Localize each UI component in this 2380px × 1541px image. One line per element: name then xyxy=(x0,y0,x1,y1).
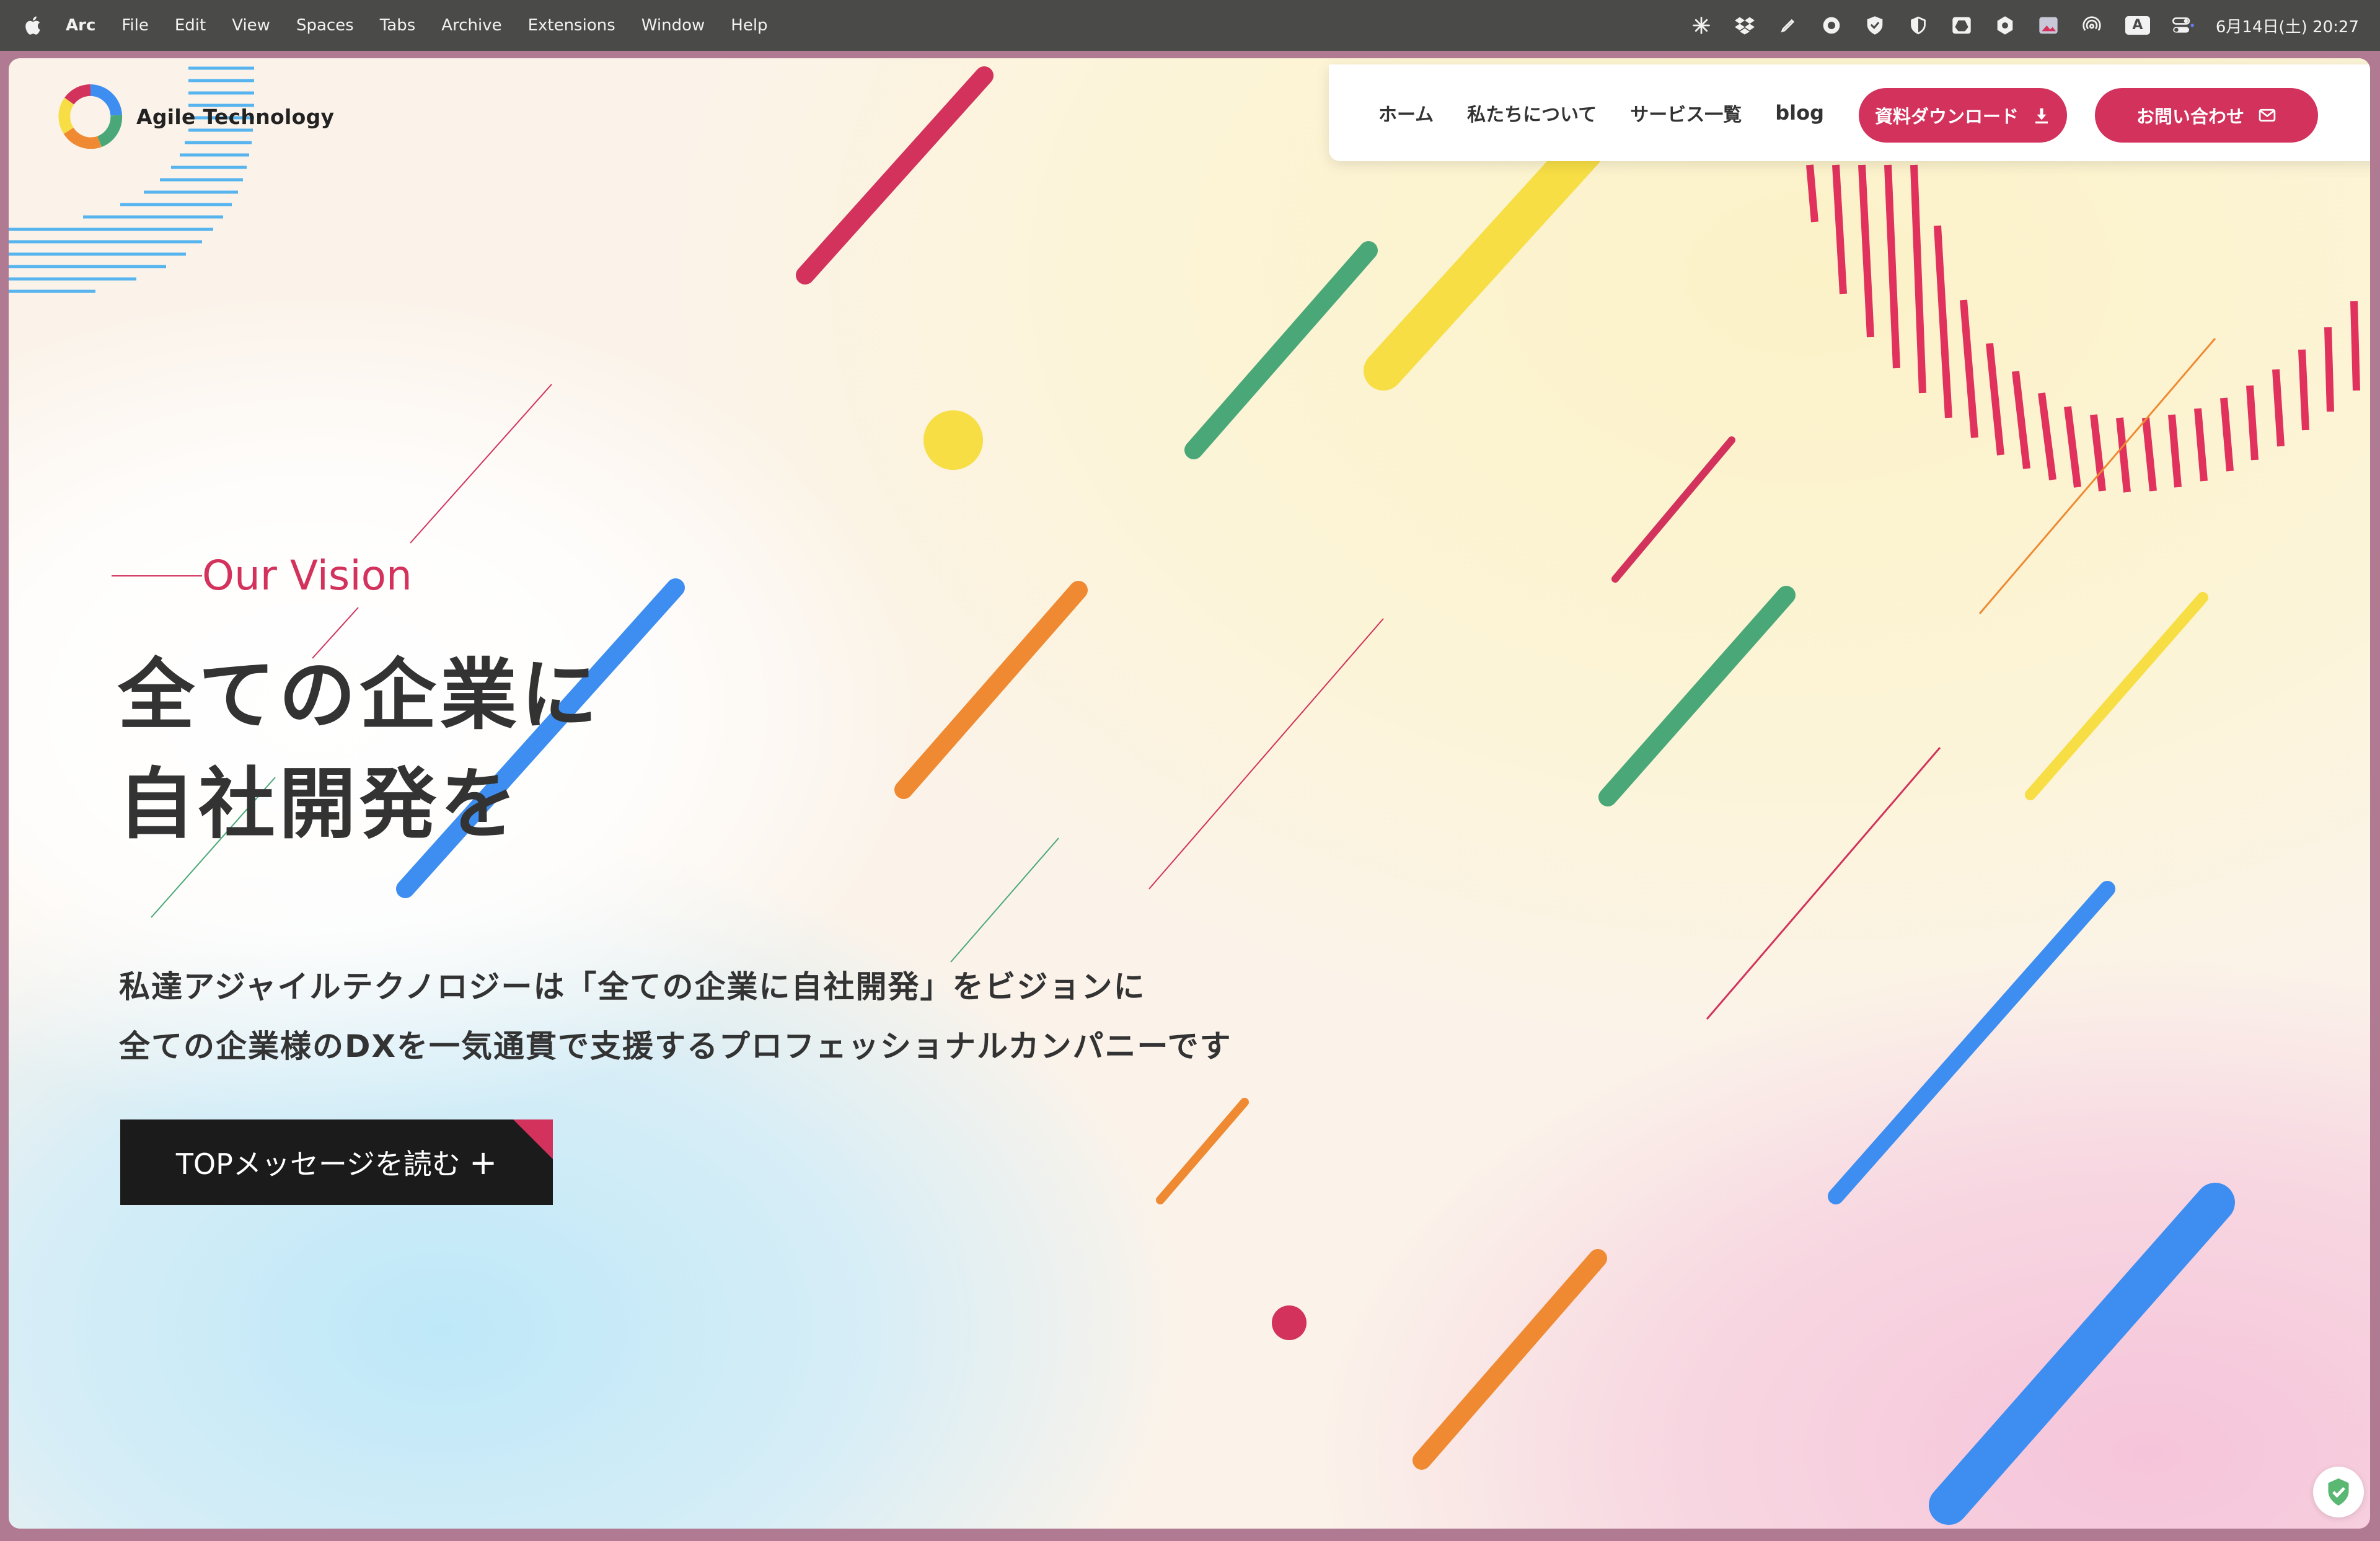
nav-about[interactable]: 私たちについて xyxy=(1467,99,1597,126)
menu-spaces[interactable]: Spaces xyxy=(296,16,354,35)
shield-half-icon[interactable] xyxy=(1907,14,1929,37)
eyebrow-text: Our Vision xyxy=(202,552,412,599)
hex-icon[interactable] xyxy=(1994,14,2016,37)
orange-stroke xyxy=(1156,1098,1249,1204)
menu-archive[interactable]: Archive xyxy=(441,16,501,35)
green-stroke xyxy=(1184,241,1378,459)
nav-blog[interactable]: blog xyxy=(1775,101,1824,125)
red-stroke xyxy=(796,66,994,285)
red-striped-arc xyxy=(1806,164,2360,493)
description-line-2: 全ての企業様のDXを一気通貫で支援するプロフェッショナルカンパニーです xyxy=(119,1028,1232,1064)
security-badge[interactable] xyxy=(2313,1467,2364,1517)
menu-help[interactable]: Help xyxy=(731,16,767,35)
menu-view[interactable]: View xyxy=(232,16,270,35)
hero-description: 私達アジャイルテクノロジーは「全ての企業に自社開発」をビジョンに 全ての企業様の… xyxy=(119,957,1232,1076)
airdrop-icon[interactable] xyxy=(2081,14,2103,37)
cta-corner-accent xyxy=(513,1119,553,1159)
control-center-icon[interactable] xyxy=(2172,14,2195,37)
green-stroke xyxy=(1598,586,1796,806)
eyebrow-rule xyxy=(112,575,202,576)
yellow-dot xyxy=(923,410,983,470)
menu-app-name[interactable]: Arc xyxy=(66,16,95,35)
logo-ring-icon xyxy=(58,84,122,149)
cta-label: TOPメッセージを読む xyxy=(175,1147,461,1181)
red-hairline xyxy=(1706,747,1941,1020)
red-hairline xyxy=(410,384,552,544)
orange-stroke xyxy=(1413,1249,1607,1470)
description-line-1: 私達アジャイルテクノロジーは「全ての企業に自社開発」をビジョンに xyxy=(119,969,1146,1005)
dropbox-icon[interactable] xyxy=(1734,14,1756,37)
red-thin-stroke xyxy=(1611,436,1735,583)
menu-file[interactable]: File xyxy=(121,16,149,35)
shield-check-icon xyxy=(2328,1478,2349,1506)
blue-stroke xyxy=(1828,881,2115,1204)
nav-services[interactable]: サービス一覧 xyxy=(1630,99,1742,126)
logo-text: Agile Technology xyxy=(136,104,335,129)
yellow-stroke xyxy=(1364,131,1603,391)
nav-home[interactable]: ホーム xyxy=(1378,99,1434,126)
download-button[interactable]: 資料ダウンロード xyxy=(1859,88,2067,143)
yellow-stroke xyxy=(2025,592,2208,800)
drive-icon[interactable] xyxy=(1950,14,1973,37)
menu-edit[interactable]: Edit xyxy=(175,16,206,35)
vision-eyebrow: Our Vision xyxy=(112,552,412,599)
apple-icon[interactable] xyxy=(22,14,45,37)
top-message-button[interactable]: TOPメッセージを読む + xyxy=(120,1119,553,1205)
menu-extensions[interactable]: Extensions xyxy=(528,16,615,35)
red-dot xyxy=(1272,1305,1307,1340)
contact-button[interactable]: お問い合わせ xyxy=(2095,88,2318,143)
sparkle-icon[interactable] xyxy=(1690,14,1712,37)
browser-window: Agile Technology ホーム 私たちについて サービス一覧 blog… xyxy=(9,58,2370,1529)
download-button-label: 資料ダウンロード xyxy=(1874,106,2019,127)
menu-window[interactable]: Window xyxy=(641,16,705,35)
menubar-clock[interactable]: 6月14日(土) 20:27 xyxy=(2216,14,2359,37)
green-hairline xyxy=(950,837,1059,963)
download-icon xyxy=(2035,108,2048,124)
plus-icon: + xyxy=(469,1142,498,1182)
contact-button-label: お問い合わせ xyxy=(2136,106,2244,127)
blue-stroke xyxy=(1929,1183,2235,1525)
site-logo[interactable]: Agile Technology xyxy=(58,84,334,149)
mail-icon xyxy=(2259,108,2276,122)
menu-bar: Arc File Edit View Spaces Tabs Archive E… xyxy=(0,0,2380,51)
image-icon[interactable] xyxy=(2037,14,2060,37)
orange-stroke xyxy=(894,581,1088,799)
menu-tabs[interactable]: Tabs xyxy=(380,16,416,35)
red-hairline xyxy=(1148,618,1384,890)
headline-line-1: 全ての企業に xyxy=(118,651,602,740)
input-method-icon[interactable]: A xyxy=(2124,14,2151,37)
hero-headline: 全ての企業に 自社開発を xyxy=(118,641,601,859)
headline-line-2: 自社開発を xyxy=(118,760,521,849)
vpn-shield-icon[interactable] xyxy=(1864,14,1886,37)
pen-icon[interactable] xyxy=(1777,14,1799,37)
record-icon[interactable] xyxy=(1820,14,1843,37)
